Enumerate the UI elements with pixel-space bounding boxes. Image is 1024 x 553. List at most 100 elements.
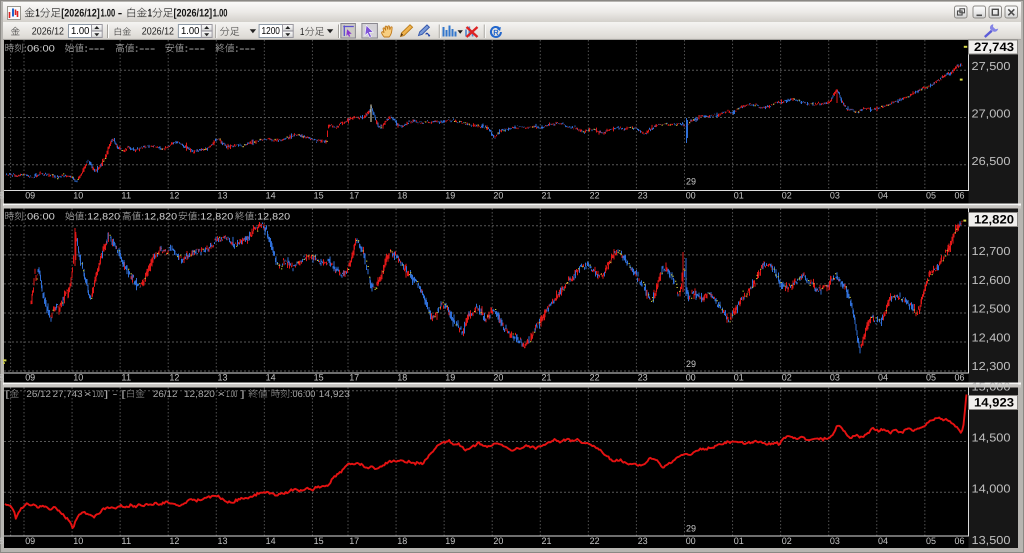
svg-text:00: 00 <box>686 536 696 546</box>
svg-text:02: 02 <box>782 536 792 546</box>
svg-text:17: 17 <box>349 373 359 383</box>
svg-text:09: 09 <box>25 373 35 383</box>
svg-text:14: 14 <box>266 536 276 546</box>
svg-text::12,820: :12,820 <box>254 212 290 222</box>
svg-text:8: 8 <box>0 536 4 546</box>
svg-text:23: 23 <box>638 536 648 546</box>
svg-text:20: 20 <box>493 373 503 383</box>
svg-text:27,000: 27,000 <box>972 108 1011 121</box>
svg-text:02: 02 <box>782 373 792 383</box>
svg-text:13: 13 <box>218 536 228 546</box>
svg-text:20: 20 <box>493 191 503 201</box>
svg-text:26/12: 26/12 <box>26 389 51 399</box>
svg-text::06:00: :06:00 <box>24 44 55 54</box>
svg-text:17: 17 <box>349 191 359 201</box>
svg-text:05: 05 <box>926 191 936 201</box>
svg-text:09: 09 <box>25 191 35 201</box>
svg-text:03: 03 <box>830 191 840 201</box>
svg-text:17: 17 <box>349 536 359 546</box>
svg-text:8: 8 <box>0 373 4 383</box>
svg-text:[: [ <box>121 389 126 399</box>
svg-text:14,923: 14,923 <box>319 389 350 399</box>
svg-text:1.00: 1.00 <box>213 8 228 20</box>
svg-text:14,923: 14,923 <box>974 396 1014 410</box>
svg-text:11: 11 <box>121 373 131 383</box>
svg-text:04: 04 <box>878 191 888 201</box>
svg-text:20: 20 <box>493 536 503 546</box>
svg-text:14: 14 <box>266 373 276 383</box>
svg-text:12: 12 <box>169 373 179 383</box>
svg-text:1.00: 1.00 <box>93 389 104 399</box>
svg-text:27,743: 27,743 <box>53 389 83 399</box>
svg-text:03: 03 <box>830 373 840 383</box>
svg-text:05: 05 <box>926 536 936 546</box>
svg-text:06: 06 <box>955 536 965 546</box>
svg-text:21: 21 <box>542 536 552 546</box>
svg-text:26,500: 26,500 <box>972 155 1011 168</box>
svg-text::06:00: :06:00 <box>290 389 315 399</box>
svg-text:18: 18 <box>397 191 407 201</box>
svg-text:09: 09 <box>25 536 35 546</box>
svg-text:12,820: 12,820 <box>184 389 215 399</box>
svg-text:26/12: 26/12 <box>153 389 178 399</box>
svg-text:]: ] <box>104 389 108 399</box>
svg-text:00: 00 <box>686 191 696 201</box>
svg-text:18: 18 <box>397 536 407 546</box>
svg-text:1.00: 1.00 <box>101 8 116 20</box>
svg-text:23: 23 <box>638 373 648 383</box>
svg-text:04: 04 <box>878 536 888 546</box>
svg-text::---: :--- <box>84 44 105 54</box>
svg-text:R: R <box>493 28 499 37</box>
svg-text:21: 21 <box>542 373 552 383</box>
svg-text:12,600: 12,600 <box>972 274 1011 287</box>
svg-text:13: 13 <box>218 191 228 201</box>
svg-text:-: - <box>118 8 123 20</box>
svg-text::12,820: :12,820 <box>141 212 177 222</box>
svg-text:22: 22 <box>590 191 600 201</box>
svg-text:10: 10 <box>73 373 83 383</box>
svg-text::12,820: :12,820 <box>84 212 120 222</box>
svg-text:-: - <box>113 389 118 399</box>
svg-text:06: 06 <box>955 191 965 201</box>
svg-text:×: × <box>84 389 92 399</box>
svg-text:1.00: 1.00 <box>226 389 237 399</box>
svg-text:1200: 1200 <box>262 26 281 37</box>
svg-text:[2026/12]: [2026/12] <box>174 8 213 20</box>
svg-text:8: 8 <box>0 191 4 201</box>
svg-text:1: 1 <box>300 27 305 38</box>
svg-text:29: 29 <box>686 177 696 187</box>
svg-text:2026/12: 2026/12 <box>32 26 64 37</box>
svg-text:00: 00 <box>686 373 696 383</box>
svg-text:04: 04 <box>878 373 888 383</box>
svg-text::---: :--- <box>134 44 155 54</box>
svg-text:15: 15 <box>314 536 324 546</box>
svg-text:13: 13 <box>218 373 228 383</box>
svg-text:15: 15 <box>314 373 324 383</box>
svg-text:18: 18 <box>397 373 407 383</box>
svg-text:[: [ <box>5 389 10 399</box>
svg-text:1: 1 <box>35 8 39 20</box>
svg-text:22: 22 <box>590 373 600 383</box>
svg-text:12: 12 <box>169 536 179 546</box>
svg-text:12,300: 12,300 <box>972 360 1011 373</box>
svg-text:12,820: 12,820 <box>974 213 1014 227</box>
svg-text:19: 19 <box>445 536 455 546</box>
svg-text:21: 21 <box>542 191 552 201</box>
svg-text:03: 03 <box>830 536 840 546</box>
svg-text:12: 12 <box>169 191 179 201</box>
svg-text:29: 29 <box>686 359 696 369</box>
svg-text:27,500: 27,500 <box>972 60 1011 73</box>
svg-text:1.00: 1.00 <box>181 26 200 37</box>
svg-text:01: 01 <box>734 536 744 546</box>
svg-text:13,500: 13,500 <box>972 534 1011 547</box>
svg-text:×: × <box>217 389 225 399</box>
svg-text:14,000: 14,000 <box>972 483 1011 496</box>
svg-text:29: 29 <box>686 524 696 534</box>
svg-text:1.00: 1.00 <box>71 26 90 37</box>
svg-text:01: 01 <box>734 373 744 383</box>
svg-text:12,400: 12,400 <box>972 331 1011 344</box>
svg-text:06: 06 <box>955 373 965 383</box>
svg-text:15,000: 15,000 <box>972 381 1011 394</box>
svg-text:19: 19 <box>445 373 455 383</box>
svg-text:14: 14 <box>266 191 276 201</box>
